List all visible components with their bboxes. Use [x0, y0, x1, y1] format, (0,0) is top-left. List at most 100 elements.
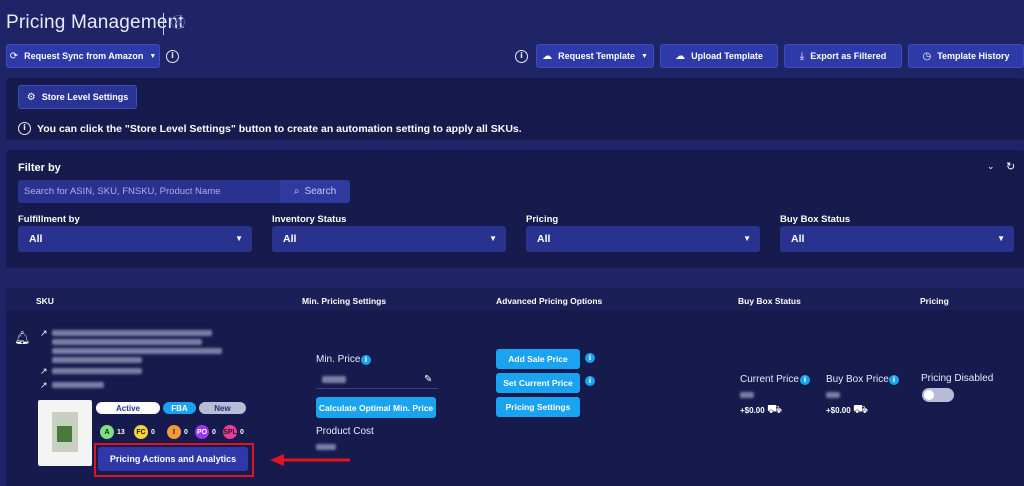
- inventory-value: All: [283, 233, 297, 245]
- refresh-icon[interactable]: ↻: [1006, 160, 1015, 173]
- sync-icon: ⟳: [9, 50, 19, 62]
- filter-label-inventory: Inventory Status: [272, 214, 347, 225]
- info-icon[interactable]: i: [361, 355, 371, 365]
- buy-box-price-label: Buy Box Price: [826, 374, 889, 385]
- asin-blurred: [52, 368, 142, 374]
- badge-spl-count: 0: [240, 429, 244, 436]
- cloud-download-icon: ☁: [542, 50, 553, 62]
- header-min-pricing: Min. Pricing Settings: [302, 296, 387, 306]
- external-link-icon[interactable]: ↗: [40, 366, 48, 377]
- badge-po-icon: PO: [195, 425, 209, 439]
- info-icon[interactable]: i: [889, 375, 899, 385]
- bell-icon[interactable]: 🔔︎: [14, 330, 31, 346]
- title-divider: [163, 13, 164, 35]
- template-history-label: Template History: [937, 51, 1010, 61]
- caret-down-icon: ▼: [149, 52, 157, 60]
- current-price-delta: +$0.00: [740, 406, 765, 415]
- filter-label-pricing: Pricing: [526, 214, 559, 225]
- pricing-state-label: Pricing Disabled: [921, 373, 994, 384]
- buybox-status-select[interactable]: All ▼: [780, 226, 1014, 252]
- store-note: i You can click the "Store Level Setting…: [18, 122, 522, 135]
- header-pricing: Pricing: [920, 296, 949, 306]
- badge-i-icon: I: [167, 425, 181, 439]
- min-price-label: Min. Price: [316, 354, 361, 365]
- upload-template-button[interactable]: ☁ Upload Template: [660, 44, 778, 68]
- buybox-value: All: [791, 233, 805, 245]
- filter-title: Filter by: [18, 162, 61, 174]
- truck-icon: ⛟: [767, 402, 783, 416]
- fulfillment-select[interactable]: All ▼: [18, 226, 252, 252]
- edit-icon[interactable]: ✎: [424, 374, 432, 385]
- product-name-blurred: [52, 330, 212, 336]
- header-advanced: Advanced Pricing Options: [496, 296, 603, 306]
- header-sku: SKU: [36, 296, 54, 306]
- info-icon[interactable]: i: [166, 50, 179, 63]
- request-template-button[interactable]: ☁ Request Template ▼: [536, 44, 654, 68]
- annotation-arrow-icon: [270, 454, 350, 466]
- current-price-blurred: [740, 392, 754, 398]
- status-pill-active: Active: [96, 402, 160, 414]
- caret-down-icon: ▼: [997, 234, 1005, 243]
- search-icon: ⌕: [293, 186, 300, 197]
- search-input[interactable]: Search for ASIN, SKU, FNSKU, Product Nam…: [18, 180, 280, 203]
- product-name-blurred: [52, 348, 222, 354]
- template-history-button[interactable]: ◷ Template History: [908, 44, 1024, 68]
- info-icon[interactable]: i: [515, 50, 528, 63]
- current-price-label: Current Price: [740, 374, 799, 385]
- store-note-text: You can click the "Store Level Settings"…: [37, 122, 522, 135]
- product-name-blurred: [52, 339, 202, 345]
- info-icon[interactable]: i: [585, 353, 595, 363]
- external-link-icon[interactable]: ↗: [40, 380, 48, 391]
- set-current-price-button[interactable]: Set Current Price: [496, 373, 580, 393]
- info-icon[interactable]: i: [585, 376, 595, 386]
- fulfillment-value: All: [29, 233, 43, 245]
- badge-po-count: 0: [212, 429, 216, 436]
- page-title: Pricing Management: [6, 12, 184, 33]
- info-icon[interactable]: i: [800, 375, 810, 385]
- status-pill-fba: FBA: [163, 402, 196, 414]
- filter-label-fulfillment: Fulfillment by: [18, 214, 80, 225]
- search-button[interactable]: ⌕ Search: [280, 180, 350, 203]
- pricing-actions-label: Pricing Actions and Analytics: [109, 454, 237, 464]
- caret-down-icon: ▼: [640, 52, 648, 60]
- badge-fc-count: 0: [151, 429, 155, 436]
- caret-down-icon: ▼: [489, 234, 497, 243]
- calculate-min-price-button[interactable]: Calculate Optimal Min. Price: [316, 397, 436, 418]
- badge-a-icon: A: [100, 425, 114, 439]
- caret-down-icon: ▼: [235, 234, 243, 243]
- pricing-toggle[interactable]: [922, 388, 954, 402]
- buy-box-price-blurred: [826, 392, 840, 398]
- pricing-settings-button[interactable]: Pricing Settings: [496, 397, 580, 417]
- header-buybox: Buy Box Status: [738, 296, 801, 306]
- add-sale-price-button[interactable]: Add Sale Price: [496, 349, 580, 369]
- export-label: Export as Filtered: [810, 51, 887, 61]
- search-label: Search: [304, 186, 337, 197]
- badge-a-count: 13: [117, 429, 125, 436]
- request-sync-label: Request Sync from Amazon: [24, 51, 144, 61]
- store-level-settings-label: Store Level Settings: [41, 92, 129, 102]
- pricing-actions-button[interactable]: Pricing Actions and Analytics: [98, 447, 248, 471]
- external-link-icon[interactable]: ↗: [40, 328, 48, 339]
- product-cost-label: Product Cost: [316, 426, 374, 437]
- status-pill-new: New: [199, 402, 246, 414]
- product-image[interactable]: [38, 400, 92, 466]
- upload-template-label: Upload Template: [691, 51, 763, 61]
- request-sync-button[interactable]: ⟳ Request Sync from Amazon ▼: [6, 44, 160, 68]
- filter-label-buybox: Buy Box Status: [780, 214, 851, 225]
- export-filtered-button[interactable]: ⤓ Export as Filtered: [784, 44, 902, 68]
- store-level-settings-button[interactable]: ⚙ Store Level Settings: [18, 85, 137, 109]
- badge-i-count: 0: [184, 429, 188, 436]
- caret-down-icon: ▼: [743, 234, 751, 243]
- badge-spl-icon: SPL: [223, 425, 237, 439]
- inventory-status-select[interactable]: All ▼: [272, 226, 506, 252]
- history-icon: ◷: [922, 50, 932, 62]
- badge-fc-icon: FC: [134, 425, 148, 439]
- chevron-down-icon[interactable]: ⌄: [987, 161, 995, 172]
- info-icon: i: [18, 122, 31, 135]
- pricing-select[interactable]: All ▼: [526, 226, 760, 252]
- settings-icon[interactable]: ⚙: [171, 15, 185, 29]
- min-price-blurred: [322, 376, 346, 383]
- cloud-upload-icon: ☁: [675, 50, 686, 62]
- download-icon: ⤓: [799, 50, 805, 62]
- request-template-label: Request Template: [558, 51, 635, 61]
